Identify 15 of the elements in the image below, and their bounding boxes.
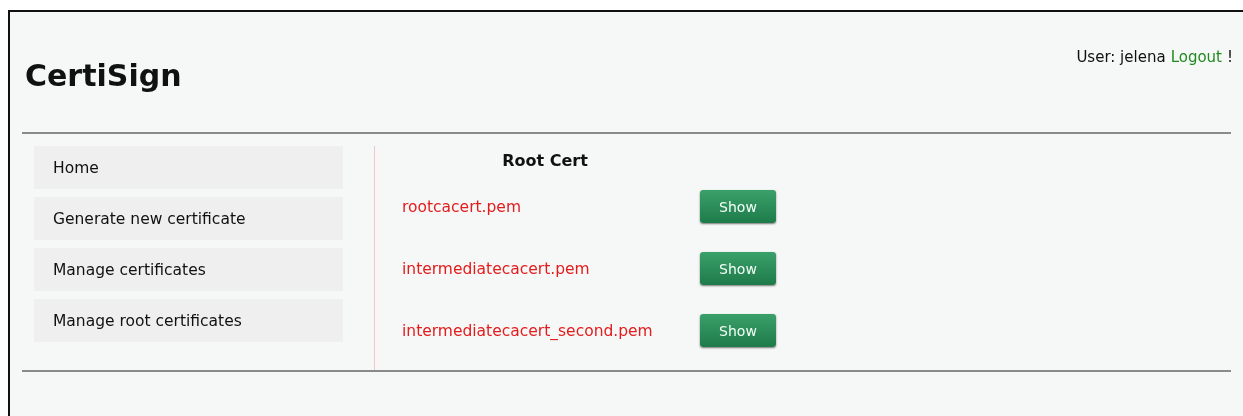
logout-link[interactable]: Logout bbox=[1170, 48, 1222, 66]
certificate-link[interactable]: intermediatecacert.pem bbox=[402, 259, 700, 278]
section-heading: Root Cert bbox=[501, 151, 589, 170]
sidebar-item[interactable]: Home bbox=[34, 146, 343, 189]
show-button[interactable]: Show bbox=[700, 190, 776, 223]
sidebar-item[interactable]: Manage root certificates bbox=[34, 299, 343, 342]
site-title: CertiSign bbox=[25, 58, 182, 93]
certificate-link[interactable]: intermediatecacert_second.pem bbox=[402, 321, 700, 340]
user-label: User: jelena bbox=[1076, 48, 1166, 66]
sidebar-item[interactable]: Generate new certificate bbox=[34, 197, 343, 240]
show-button[interactable]: Show bbox=[700, 252, 776, 285]
sidebar-item[interactable]: Manage certificates bbox=[34, 248, 343, 291]
certificate-link[interactable]: rootcacert.pem bbox=[402, 197, 700, 216]
exclamation-mark: ! bbox=[1227, 48, 1233, 66]
show-button[interactable]: Show bbox=[700, 314, 776, 347]
